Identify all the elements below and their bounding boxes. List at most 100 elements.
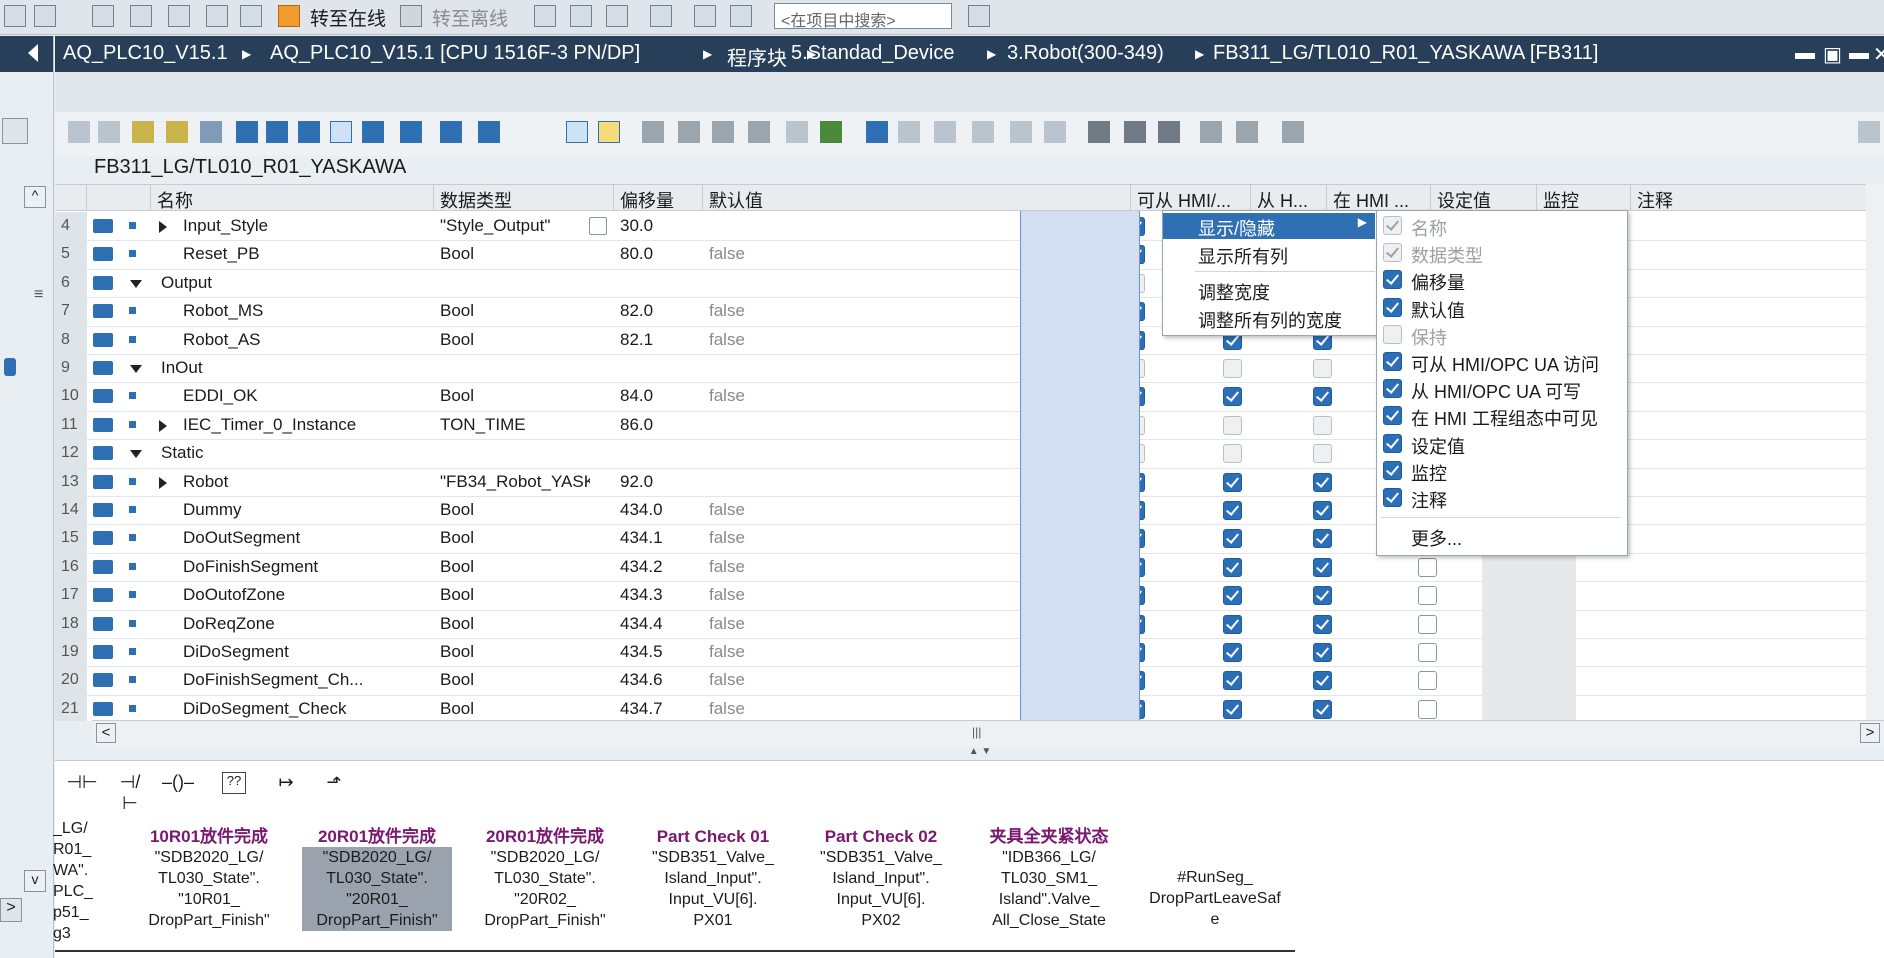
- hmi-write-checkbox[interactable]: [1223, 529, 1242, 549]
- vertical-scrollbar[interactable]: [1866, 184, 1884, 720]
- column-visibility-checkbox[interactable]: [1383, 406, 1402, 426]
- compile-icon[interactable]: [92, 5, 114, 27]
- hmi-write-checkbox[interactable]: [1223, 359, 1242, 378]
- next-icon[interactable]: [898, 121, 920, 143]
- lad-operand[interactable]: 20R01放件完成 "SDB2020_LG/TL030_State". "20R02…: [470, 826, 620, 931]
- go-online-button[interactable]: 转至在线: [310, 4, 386, 31]
- coil-icon[interactable]: –()–: [162, 772, 194, 796]
- undo-icon[interactable]: [4, 5, 26, 27]
- force-icon[interactable]: [678, 121, 700, 143]
- row-name[interactable]: Static: [161, 443, 429, 463]
- list-view-icon[interactable]: [566, 121, 588, 143]
- restore-icon[interactable]: ▣: [1823, 42, 1842, 67]
- column-header-name[interactable]: 名称: [151, 185, 434, 211]
- setpoint-checkbox[interactable]: [1418, 643, 1437, 662]
- row-datatype[interactable]: Bool: [440, 557, 590, 577]
- hmi-write-checkbox[interactable]: [1223, 444, 1242, 464]
- submenu-item[interactable]: 设定值: [1377, 431, 1625, 457]
- start-cpu-icon[interactable]: [570, 5, 592, 27]
- setpoint-checkbox[interactable]: [1418, 699, 1437, 719]
- outdent-icon[interactable]: [266, 121, 288, 143]
- lad-operand[interactable]: Part Check 01 "SDB351_Valve_ Island_Input"…: [638, 826, 788, 931]
- table-row[interactable]: 16 DoFinishSegment Bool 434.2 false: [55, 552, 1880, 583]
- download-icon[interactable]: [130, 5, 152, 27]
- column-visibility-checkbox[interactable]: [1383, 433, 1402, 453]
- row-datatype[interactable]: Bool: [440, 528, 590, 548]
- open-branch-icon[interactable]: ↦: [270, 772, 302, 796]
- submenu-item[interactable]: 注释: [1377, 485, 1625, 511]
- splitter-grip-icon[interactable]: ≡: [34, 286, 43, 304]
- breadcrumb-item[interactable]: FB311_LG/TL010_R01_YASKAWA [FB311]: [1213, 42, 1598, 65]
- row-default[interactable]: false: [709, 670, 745, 690]
- breadcrumb-item[interactable]: AQ_PLC10_V15.1 [CPU 1516F-3 PN/DP]: [270, 42, 640, 65]
- submenu-item[interactable]: 保持: [1377, 322, 1625, 348]
- row-name[interactable]: Input_Style: [183, 216, 429, 236]
- menu-item-adjust-all-widths[interactable]: 调整所有列的宽度: [1163, 305, 1375, 331]
- hmi-visible-checkbox[interactable]: [1313, 359, 1332, 378]
- hmi-visible-checkbox[interactable]: [1313, 557, 1332, 577]
- table-row[interactable]: 20 DoFinishSegment_Ch... Bool 434.6 false: [55, 666, 1880, 696]
- column-header-comment[interactable]: 注释: [1631, 185, 1880, 211]
- lad-operand[interactable]: Part Check 02 "SDB351_Valve_ Island_Input"…: [806, 826, 956, 931]
- row-name[interactable]: Output: [161, 273, 429, 293]
- row-default[interactable]: false: [709, 386, 745, 406]
- hmi-write-checkbox[interactable]: [1223, 643, 1242, 662]
- accessible-devices-icon[interactable]: [534, 5, 556, 27]
- submenu-item[interactable]: 监控: [1377, 458, 1625, 484]
- row-name[interactable]: DiDoSegment: [183, 642, 429, 662]
- split-horizontal-icon[interactable]: [694, 5, 716, 27]
- tree-icon[interactable]: [1010, 121, 1032, 143]
- row-default[interactable]: false: [709, 585, 745, 605]
- simulation-icon[interactable]: [206, 5, 228, 27]
- column-visibility-checkbox[interactable]: [1383, 460, 1402, 480]
- go-offline-icon[interactable]: [400, 5, 422, 27]
- hmi-visible-checkbox[interactable]: [1313, 444, 1332, 464]
- breadcrumb-item[interactable]: AQ_PLC10_V15.1: [63, 42, 228, 65]
- column-header-offset[interactable]: 偏移量: [614, 185, 703, 211]
- expand-right-icon[interactable]: [159, 476, 167, 489]
- settings-icon[interactable]: [1200, 121, 1222, 143]
- row-name[interactable]: DoOutofZone: [183, 585, 429, 605]
- pause-icon[interactable]: [1088, 121, 1110, 143]
- scroll-right-icon[interactable]: >: [1860, 723, 1880, 743]
- table-icon[interactable]: [972, 121, 994, 143]
- horizontal-scrollbar[interactable]: < ||| >: [92, 720, 1884, 747]
- row-datatype[interactable]: Bool: [440, 386, 590, 406]
- breadcrumb-item[interactable]: 5.Standad_Device: [791, 42, 954, 65]
- table-row[interactable]: 18 DoReqZone Bool 434.4 false: [55, 609, 1880, 639]
- insert-network-icon[interactable]: [132, 121, 154, 143]
- stop-cpu-icon[interactable]: [606, 5, 628, 27]
- submenu-item[interactable]: 默认值: [1377, 295, 1625, 321]
- scroll-grip-icon[interactable]: |||: [972, 725, 981, 739]
- table-row[interactable]: 19 DiDoSegment Bool 434.5 false: [55, 638, 1880, 668]
- minimize-icon[interactable]: ▬: [1795, 42, 1815, 65]
- setpoint-checkbox[interactable]: [1418, 586, 1437, 606]
- column-visibility-checkbox[interactable]: [1383, 352, 1402, 371]
- column-visibility-checkbox[interactable]: [1383, 488, 1402, 507]
- column-visibility-checkbox[interactable]: [1383, 270, 1402, 290]
- row-default[interactable]: false: [709, 301, 745, 321]
- row-default[interactable]: false: [709, 557, 745, 577]
- indent-icon[interactable]: [236, 121, 258, 143]
- hmi-visible-checkbox[interactable]: [1313, 671, 1332, 691]
- column-header-hmi-write[interactable]: 从 H...: [1251, 185, 1327, 211]
- scroll-up-icon[interactable]: ^: [24, 186, 46, 208]
- expand-down-icon[interactable]: [130, 365, 142, 373]
- hmi-write-checkbox[interactable]: [1223, 614, 1242, 634]
- hmi-write-checkbox[interactable]: [1223, 557, 1242, 577]
- column-header-datatype[interactable]: 数据类型: [434, 185, 614, 211]
- hmi-write-checkbox[interactable]: [1223, 387, 1242, 407]
- project-search-input[interactable]: <在项目中搜索>: [774, 3, 952, 30]
- lad-operand[interactable]: 夹具全夹紧状态 "IDB366_LG/TL030_SM1_ Island".Valv…: [974, 826, 1124, 931]
- expand-right-icon[interactable]: [159, 221, 167, 233]
- hmi-visible-checkbox[interactable]: [1313, 614, 1332, 634]
- normally-open-contact-icon[interactable]: ⊣⊢: [66, 772, 98, 796]
- column-visibility-checkbox[interactable]: [1383, 297, 1402, 317]
- copy-snapshot-icon[interactable]: [748, 121, 770, 143]
- row-name[interactable]: IEC_Timer_0_Instance: [183, 415, 429, 435]
- delete-network-icon[interactable]: [166, 121, 188, 143]
- breakpoint-icon[interactable]: [1158, 121, 1180, 143]
- search-project-icon[interactable]: [968, 5, 990, 27]
- submenu-item[interactable]: 在 HMI 工程组态中可见: [1377, 403, 1625, 429]
- monitoring-icon[interactable]: [642, 121, 664, 143]
